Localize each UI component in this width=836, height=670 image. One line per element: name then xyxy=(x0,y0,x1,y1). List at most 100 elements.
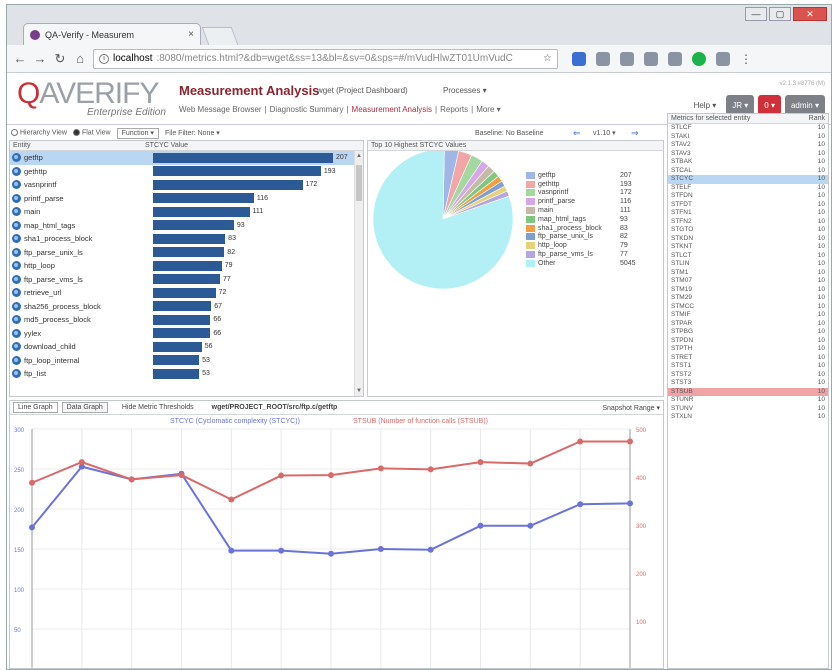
data-point[interactable] xyxy=(29,524,35,531)
project-link[interactable]: wget (Project Dashboard) xyxy=(317,86,408,95)
flat-view-radio[interactable]: Flat View xyxy=(72,129,111,137)
data-point[interactable] xyxy=(527,460,534,467)
data-point[interactable] xyxy=(477,459,484,466)
notifications-button[interactable]: 0 ▾ xyxy=(758,95,781,115)
entity-row[interactable]: md5_process_block 66 xyxy=(10,313,363,327)
data-point[interactable] xyxy=(627,438,633,445)
nav-more[interactable]: More ▾ xyxy=(476,105,500,114)
url-field[interactable]: i localhost:8080/metrics.html?&db=wget&s… xyxy=(93,48,558,69)
metric-row[interactable]: STST3 10 xyxy=(668,379,828,388)
metric-row[interactable]: STM07 10 xyxy=(668,277,828,286)
entity-row[interactable]: retrieve_url 72 xyxy=(10,286,363,300)
snapshot-range-select[interactable]: Snapshot Range ▾ xyxy=(602,404,660,412)
data-point[interactable] xyxy=(328,550,334,557)
hierarchy-view-radio[interactable]: Hierarchy View xyxy=(11,129,67,137)
entity-scrollbar[interactable]: ▲ ▼ xyxy=(354,151,363,396)
extension-icon[interactable] xyxy=(596,51,610,66)
metric-row[interactable]: STAKI 10 xyxy=(668,133,828,142)
metric-row[interactable]: STLCT 10 xyxy=(668,252,828,261)
data-point[interactable] xyxy=(377,546,384,552)
entity-row[interactable]: ftp_parse_unix_ls 82 xyxy=(10,246,363,260)
data-point[interactable] xyxy=(627,500,633,507)
data-point[interactable] xyxy=(477,522,484,529)
entity-row[interactable]: ftp_loop_internal 53 xyxy=(10,354,363,368)
metric-row[interactable]: STSUB 10 xyxy=(668,387,828,396)
menu-kebab-icon[interactable]: ⋮ xyxy=(740,52,754,66)
entity-row[interactable]: download_child 56 xyxy=(10,340,363,354)
data-point[interactable] xyxy=(278,547,285,554)
data-point[interactable] xyxy=(527,522,534,529)
user-button[interactable]: JR ▾ xyxy=(726,95,755,115)
data-point[interactable] xyxy=(228,496,235,503)
next-arrow-icon[interactable]: ⇒ xyxy=(631,128,639,139)
extension-icon[interactable] xyxy=(716,51,730,66)
metric-row[interactable]: STLCF 10 xyxy=(668,124,828,133)
metrics-column-header[interactable]: Metrics for selected entity xyxy=(671,115,750,122)
forward-arrow-icon[interactable]: → xyxy=(33,51,47,66)
entity-column-header[interactable]: Entity xyxy=(13,142,145,149)
tab-data-graph[interactable]: Data Graph xyxy=(61,402,108,413)
maximize-button[interactable]: ▢ xyxy=(769,7,791,21)
metric-row[interactable]: STLIN 10 xyxy=(668,260,828,269)
entity-row[interactable]: getftp 207 xyxy=(10,151,363,165)
scroll-down-icon[interactable]: ▼ xyxy=(356,388,362,394)
metric-row[interactable]: STM1 10 xyxy=(668,269,828,278)
metric-row[interactable]: STAV2 10 xyxy=(668,141,828,150)
file-filter-select[interactable]: File Filter: None ▾ xyxy=(165,129,220,137)
entity-row[interactable]: ftp_parse_vms_ls 77 xyxy=(10,273,363,287)
close-tab-icon[interactable]: × xyxy=(188,29,194,40)
metric-row[interactable]: STUNR 10 xyxy=(668,396,828,405)
home-icon[interactable]: ⌂ xyxy=(73,51,87,66)
entity-row[interactable]: sha1_process_block 83 xyxy=(10,232,363,246)
metric-row[interactable]: STAV3 10 xyxy=(668,150,828,159)
metric-row[interactable]: STPTH 10 xyxy=(668,345,828,354)
entity-row[interactable]: sha256_process_block 67 xyxy=(10,300,363,314)
metric-row[interactable]: STUNV 10 xyxy=(668,405,828,414)
metric-row[interactable]: STGTO 10 xyxy=(668,226,828,235)
data-point[interactable] xyxy=(427,546,434,553)
nav-diagnostic-summary[interactable]: Diagnostic Summary xyxy=(270,105,344,114)
extension-icon[interactable] xyxy=(572,51,586,66)
star-icon[interactable]: ☆ xyxy=(543,53,552,64)
metric-row[interactable]: STELF 10 xyxy=(668,184,828,193)
rank-column-header[interactable]: Rank xyxy=(809,115,825,122)
value-column-header[interactable]: STCYC Value xyxy=(145,142,188,149)
data-point[interactable] xyxy=(178,472,185,479)
nav-web-message-browser[interactable]: Web Message Browser xyxy=(179,105,262,114)
entity-type-select[interactable]: Function ▾ xyxy=(116,127,159,139)
metric-row[interactable]: STPBG 10 xyxy=(668,328,828,337)
close-window-button[interactable]: ✕ xyxy=(793,7,827,21)
metric-row[interactable]: STXLN 10 xyxy=(668,413,828,422)
info-icon[interactable]: i xyxy=(99,53,109,64)
metric-row[interactable]: STMIF 10 xyxy=(668,311,828,320)
metric-row[interactable]: STRET 10 xyxy=(668,354,828,363)
back-arrow-icon[interactable]: ← xyxy=(13,51,27,66)
metric-row[interactable]: STST2 10 xyxy=(668,371,828,380)
reload-icon[interactable]: ↻ xyxy=(53,51,67,67)
entity-row[interactable]: ftp_Iist 53 xyxy=(10,367,363,381)
metric-row[interactable]: STPDN 10 xyxy=(668,337,828,346)
scroll-up-icon[interactable]: ▲ xyxy=(356,153,362,159)
data-point[interactable] xyxy=(278,472,285,479)
metric-row[interactable]: STBAK 10 xyxy=(668,158,828,167)
entity-row[interactable]: main 111 xyxy=(10,205,363,219)
new-tab-button[interactable] xyxy=(201,27,239,45)
extension-icon[interactable] xyxy=(668,51,682,66)
help-menu[interactable]: Help ▾ xyxy=(694,101,717,110)
entity-row[interactable]: yylex 66 xyxy=(10,327,363,341)
processes-menu[interactable]: Processes ▾ xyxy=(443,86,487,95)
data-point[interactable] xyxy=(78,459,85,466)
entity-row[interactable]: printf_parse 116 xyxy=(10,192,363,206)
scroll-thumb[interactable] xyxy=(356,165,362,201)
metric-row[interactable]: STKDN 10 xyxy=(668,235,828,244)
entity-row[interactable]: http_loop 79 xyxy=(10,259,363,273)
data-point[interactable] xyxy=(128,476,135,483)
admin-button[interactable]: admin ▾ xyxy=(784,95,825,115)
minimize-button[interactable]: — xyxy=(745,7,767,21)
metric-row[interactable]: STCAL 10 xyxy=(668,167,828,176)
data-point[interactable] xyxy=(577,438,584,445)
baseline-label[interactable]: Baseline: No Baseline xyxy=(475,130,544,137)
metric-row[interactable]: STFN1 10 xyxy=(668,209,828,218)
entity-row[interactable]: gethttp 193 xyxy=(10,165,363,179)
entity-row[interactable]: vasnprintf 172 xyxy=(10,178,363,192)
